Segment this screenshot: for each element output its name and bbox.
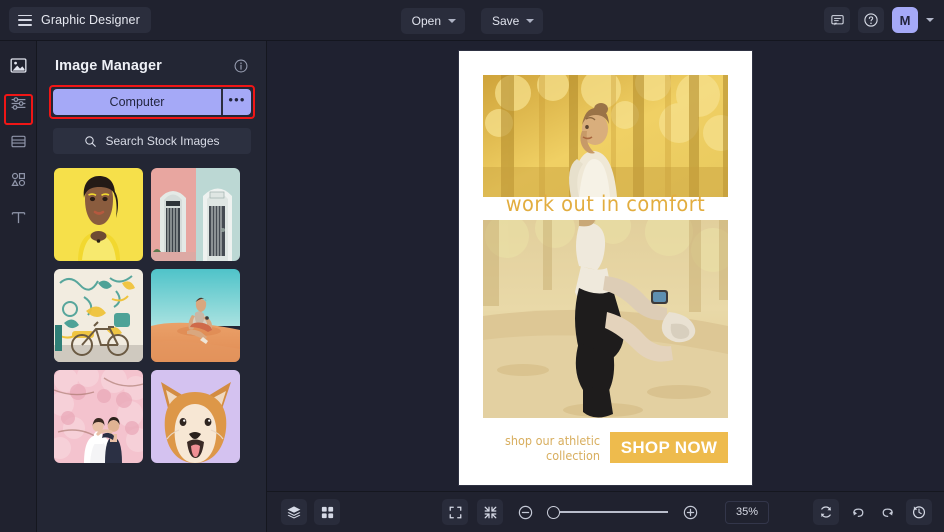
computer-upload-group: Computer ••• [49,85,255,119]
bottom-right-group [813,499,944,525]
sidebar-item-image-manager[interactable] [7,54,30,77]
computer-split-button[interactable]: Computer ••• [53,89,251,115]
undo-icon [852,507,863,517]
hamburger-icon [18,14,32,26]
bottom-left-group [267,499,340,525]
zoom-out-icon [518,505,532,519]
poster-image-top-graphic [483,75,728,197]
left-tool-rail [0,41,37,532]
shop-now-label: SHOP NOW [620,437,718,457]
collapse-frame-icon [484,506,496,518]
computer-button[interactable]: Computer [53,89,223,115]
avatar-initial: M [899,12,911,28]
help-circle-icon [864,13,878,27]
poster-image-middle[interactable] [483,220,728,418]
thumbnail-shiba-dog-image [151,370,240,463]
info-circle-icon [234,59,248,73]
search-icon [85,135,97,147]
sliders-icon [11,97,25,110]
poster-image-top[interactable] [483,75,728,197]
save-menu-button[interactable]: Save [481,7,544,34]
app-root: Graphic Designer Open Save M Image Manag… [0,0,944,532]
open-menu-button[interactable]: Open [400,7,465,34]
image-thumbnail-grid [37,154,266,463]
thumbnail-bicycle-mural[interactable] [54,269,143,362]
thumbnail-bicycle-mural-image [54,269,143,362]
bottom-toolbar: 35% [267,491,944,532]
sidebar-item-adjustments[interactable] [7,92,30,115]
save-menu-label: Save [492,13,520,28]
poster-headline[interactable]: work out in comfort [459,192,752,217]
image-manager-panel: Image Manager Computer ••• Search Stock … [37,41,267,532]
redo-icon [882,507,893,517]
account-chevron-down-icon[interactable] [926,18,934,22]
top-toolbar: Graphic Designer Open Save M [0,0,944,41]
zoom-slider-track[interactable] [560,511,668,513]
comment-icon [830,14,844,25]
open-menu-label: Open [411,13,441,28]
thumbnail-doors[interactable] [151,168,240,261]
search-stock-images-label: Search Stock Images [105,134,220,148]
thumbnail-desert-man-image [151,269,240,362]
grid-icon [321,506,333,518]
zoom-in-button[interactable] [677,499,703,525]
sidebar-item-layers[interactable] [7,130,30,153]
poster-footer-text[interactable]: shop our athletic collection [483,433,610,463]
search-stock-images-button[interactable]: Search Stock Images [53,128,251,154]
sidebar-item-shapes[interactable] [7,168,30,191]
computer-more-button[interactable]: ••• [223,89,251,115]
help-button[interactable] [858,7,884,33]
computer-button-label: Computer [109,95,165,109]
refresh-button[interactable] [813,499,839,525]
chevron-down-icon [448,19,456,23]
poster-footer: shop our athletic collection SHOP NOW [483,432,728,463]
refresh-icon [821,506,831,518]
zoom-slider[interactable] [547,505,668,519]
history-icon [912,506,926,519]
poster-canvas[interactable]: work out in comfort shop our athletic co… [459,51,752,485]
grid-view-button[interactable] [314,499,340,525]
thumbnail-wedding-image [54,370,143,463]
thumbnail-woman-yellow-image [54,168,143,261]
thumbnail-desert-man[interactable] [151,269,240,362]
history-button[interactable] [906,499,932,525]
expand-frame-icon [449,506,461,518]
image-icon [10,58,26,73]
top-right-group: M [824,7,944,33]
redo-button[interactable] [875,499,901,525]
app-title: Graphic Designer [41,13,140,27]
shop-now-button[interactable]: SHOP NOW [610,432,728,463]
sidebar-item-text[interactable] [7,206,30,229]
panel-header: Image Manager [37,41,266,75]
poster-footer-line2: collection [546,447,600,463]
thumbnail-shiba-dog[interactable] [151,370,240,463]
layers-button[interactable] [281,499,307,525]
info-button[interactable] [232,57,250,75]
text-icon [11,212,25,224]
frame-icon [10,135,26,148]
poster-image-middle-graphic [483,220,728,418]
zoom-out-button[interactable] [512,499,538,525]
shrink-to-selection-button[interactable] [477,499,503,525]
shapes-icon [10,172,25,187]
avatar[interactable]: M [892,7,918,33]
thumbnail-wedding[interactable] [54,370,143,463]
canvas-area[interactable]: work out in comfort shop our athletic co… [267,41,944,491]
layers-icon [287,506,301,519]
thumbnail-woman-yellow[interactable] [54,168,143,261]
zoom-level-value[interactable]: 35% [725,500,769,524]
thumbnail-doors-image [151,168,240,261]
zoom-in-icon [683,505,697,519]
fit-to-screen-button[interactable] [442,499,468,525]
page-title: Image Manager [55,58,162,74]
chevron-down-icon [526,19,535,23]
poster-footer-line1: shop our athletic [505,432,600,448]
comment-button[interactable] [824,7,850,33]
zoom-slider-knob[interactable] [547,505,560,519]
more-options-label: ••• [228,92,246,107]
undo-button[interactable] [844,499,870,525]
app-menu-button[interactable]: Graphic Designer [9,7,151,33]
